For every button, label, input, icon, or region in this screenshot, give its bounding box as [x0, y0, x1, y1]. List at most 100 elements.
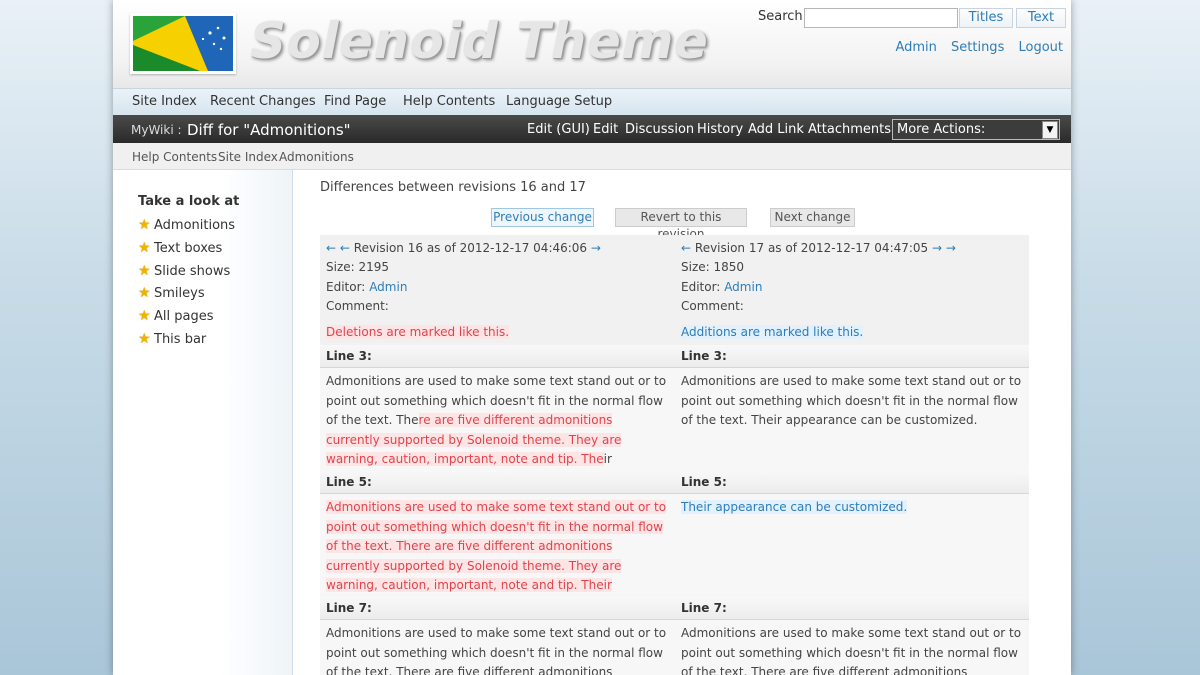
sidebar-item-this-bar[interactable]: ★ This bar [138, 331, 206, 347]
revision-meta: ← ← Revision 16 as of 2012-12-17 04:46:0… [320, 235, 1029, 345]
left-revision-line: ← ← Revision 16 as of 2012-12-17 04:46:0… [326, 241, 601, 255]
sidebar-item-text-boxes[interactable]: ★ Text boxes [138, 240, 222, 256]
added-text: Their appearance can be customized. [681, 500, 908, 514]
line-number-left: Line 3: [326, 349, 372, 363]
diff-line-body: Admonitions are used to make some text s… [320, 494, 1029, 612]
wiki-name[interactable]: MyWiki : [131, 123, 182, 137]
site-title: Solenoid Theme [250, 12, 709, 70]
left-comment: Comment: [326, 299, 389, 313]
right-comment: Comment: [681, 299, 744, 313]
newer-revision-link[interactable]: → [591, 241, 601, 255]
left-revision-info: Revision 16 as of 2012-12-17 04:46:06 [353, 241, 588, 255]
search-input[interactable] [804, 8, 958, 28]
star-icon: ★ [138, 331, 151, 347]
logout-link[interactable]: Logout [1018, 40, 1063, 55]
star-icon: ★ [138, 217, 151, 233]
breadcrumb: Help Contents Site Index Admonitions [113, 143, 1071, 170]
sidebar-item-label: Admonitions [154, 218, 236, 233]
nav-find-page[interactable]: Find Page [324, 94, 386, 109]
diff-cell-right: Admonitions are used to make some text s… [681, 374, 1022, 427]
settings-link[interactable]: Settings [951, 40, 1004, 55]
page-container: Solenoid Theme Search: Titles Text Admin… [113, 0, 1071, 675]
action-attachments[interactable]: Attachments [808, 122, 891, 137]
right-revision-info: Revision 17 as of 2012-12-17 04:47:05 [694, 241, 929, 255]
main-navigation: Site Index Recent Changes Find Page Help… [113, 88, 1071, 115]
action-add-link[interactable]: Add Link [748, 122, 804, 137]
right-editor-link[interactable]: Admin [724, 280, 762, 294]
sidebar-item-label: All pages [154, 309, 214, 324]
text-search-button[interactable]: Text [1016, 8, 1066, 28]
sidebar-item-all-pages[interactable]: ★ All pages [138, 308, 214, 324]
sidebar-title: Take a look at [138, 194, 240, 209]
sidebar-item-label: Smileys [154, 286, 205, 301]
editor-label: Editor: [681, 280, 721, 294]
breadcrumb-help-contents[interactable]: Help Contents [132, 150, 217, 164]
right-revision-line: ← Revision 17 as of 2012-12-17 04:47:05 … [681, 241, 956, 255]
sidebar: Take a look at ★ Admonitions ★ Text boxes … [113, 170, 293, 675]
diff-line-header: Line 3: Line 3: [320, 345, 1029, 368]
editor-label: Editor: [326, 280, 366, 294]
older-revision-link-right[interactable]: ← [681, 241, 691, 255]
star-icon: ★ [138, 285, 151, 301]
star-icon: ★ [138, 263, 151, 279]
line-number-right: Line 7: [681, 601, 727, 615]
deletions-legend: Deletions are marked like this. [326, 325, 510, 339]
action-edit-gui[interactable]: Edit (GUI) [527, 122, 590, 137]
star-icon: ★ [138, 240, 151, 256]
action-edit[interactable]: Edit [593, 122, 618, 137]
sidebar-item-label: This bar [154, 332, 207, 347]
nav-site-index[interactable]: Site Index [132, 94, 197, 109]
action-history[interactable]: History [697, 122, 743, 137]
sidebar-item-slide-shows[interactable]: ★ Slide shows [138, 263, 230, 279]
more-actions-select[interactable]: More Actions: ▼ [892, 119, 1060, 140]
previous-change-button[interactable]: Previous change [491, 208, 594, 227]
diff-heading: Differences between revisions 16 and 17 [320, 180, 586, 195]
older-revision-link[interactable]: ← ← [326, 241, 350, 255]
nav-language-setup[interactable]: Language Setup [506, 94, 612, 109]
sidebar-item-label: Text boxes [154, 241, 223, 256]
left-editor: Editor: Admin [326, 280, 407, 294]
breadcrumb-admonitions[interactable]: Admonitions [279, 150, 354, 164]
sidebar-item-smileys[interactable]: ★ Smileys [138, 285, 205, 301]
nav-help-contents[interactable]: Help Contents [403, 94, 495, 109]
nav-recent-changes[interactable]: Recent Changes [210, 94, 316, 109]
diff-cell-right: Admonitions are used to make some text s… [681, 626, 1022, 675]
site-logo[interactable] [130, 13, 236, 74]
star-icon: ★ [138, 308, 151, 324]
right-editor: Editor: Admin [681, 280, 762, 294]
diff-line-header: Line 5: Line 5: [320, 471, 1029, 494]
diff-cell-left: Admonitions are used to make some text s… [326, 626, 667, 675]
left-editor-link[interactable]: Admin [369, 280, 407, 294]
line-number-left: Line 5: [326, 475, 372, 489]
sidebar-item-admonitions[interactable]: ★ Admonitions [138, 217, 235, 233]
diff-line-body: Admonitions are used to make some text s… [320, 620, 1029, 675]
line-number-left: Line 7: [326, 601, 372, 615]
page-title: Diff for "Admonitions" [187, 121, 351, 139]
next-change-button[interactable]: Next change [770, 208, 855, 227]
line-number-right: Line 5: [681, 475, 727, 489]
line-number-right: Line 3: [681, 349, 727, 363]
action-discussion[interactable]: Discussion [625, 122, 694, 137]
search-label: Search: [758, 9, 808, 24]
newer-revision-link-right[interactable]: → → [932, 241, 956, 255]
deleted-text: Admonitions are used to make some text s… [326, 500, 667, 612]
site-header: Solenoid Theme Search: Titles Text Admin… [113, 0, 1071, 88]
diff-table: ← ← Revision 16 as of 2012-12-17 04:46:0… [320, 235, 1029, 675]
left-size: Size: 2195 [326, 260, 390, 274]
revert-revision-button[interactable]: Revert to this revision [615, 208, 747, 241]
admin-link[interactable]: Admin [895, 40, 936, 55]
main-content: Differences between revisions 16 and 17 … [293, 170, 1071, 675]
user-links: Admin Settings Logout [885, 40, 1063, 55]
breadcrumb-site-index[interactable]: Site Index [218, 150, 278, 164]
sidebar-item-label: Slide shows [154, 264, 231, 279]
logo-flag-icon [133, 16, 233, 71]
diff-cell-right: Their appearance can be customized. [681, 498, 1024, 518]
more-actions-label: More Actions: [897, 122, 986, 137]
additions-legend: Additions are marked like this. [681, 325, 864, 339]
diff-line-body: Admonitions are used to make some text s… [320, 368, 1029, 486]
diff-line-header: Line 7: Line 7: [320, 597, 1029, 620]
chevron-down-icon: ▼ [1042, 121, 1058, 139]
titles-search-button[interactable]: Titles [959, 8, 1013, 28]
page-action-bar: MyWiki : Diff for "Admonitions" Edit (GU… [113, 115, 1071, 143]
right-size: Size: 1850 [681, 260, 745, 274]
